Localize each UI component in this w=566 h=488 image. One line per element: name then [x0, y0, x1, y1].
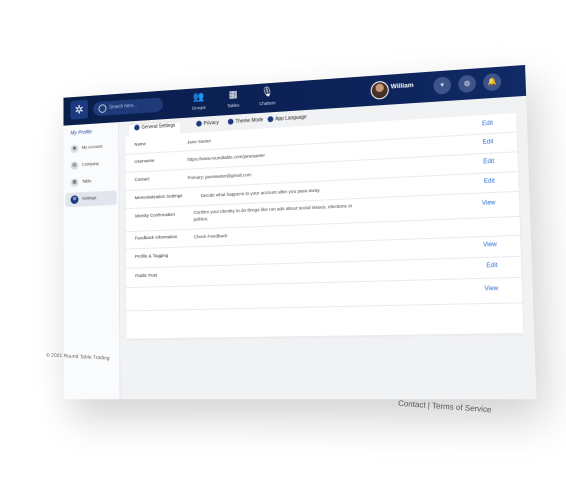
row-label: Identity Confirmation [134, 212, 175, 220]
search-input[interactable]: Search here... [93, 97, 164, 117]
privacy-icon [196, 120, 202, 127]
sidebar-item-label: Settings [82, 195, 97, 201]
row-label: Profile & Tagging [135, 253, 169, 260]
avatar [370, 80, 389, 100]
footer-separator: | [427, 400, 431, 410]
sidebar-item-table[interactable]: ▦ Table [65, 173, 116, 190]
app-logo-icon[interactable]: ✲ [70, 99, 88, 120]
row-label: Contact [134, 177, 150, 183]
sidebar-item-settings[interactable]: ⚙ Settings [65, 190, 117, 208]
sidebar-item-label: Company [81, 161, 99, 167]
company-icon: ▤ [70, 161, 79, 171]
tab-label: General Settings [141, 122, 176, 131]
row-value: Confirm your identity to do things like … [193, 204, 353, 223]
sidebar-item-company[interactable]: ▤ Company [65, 156, 116, 173]
nav-chatters[interactable]: 🎙 Chatters [254, 85, 281, 107]
nav-tables[interactable]: ▦ Tables [220, 88, 247, 110]
edit-memorialization-button[interactable]: Edit [484, 178, 495, 185]
edit-public-post-button[interactable]: Edit [486, 263, 497, 270]
table-icon: ▦ [70, 178, 79, 188]
edit-username-button[interactable]: Edit [483, 139, 494, 146]
view-identity-button[interactable]: View [482, 200, 496, 207]
contact-link[interactable]: Contact [398, 399, 426, 410]
app-window: ✲ Search here... 👥 Groups ▦ Tables 🎙 Cha… [63, 64, 537, 400]
row-label: Memorialization Settings [134, 194, 183, 202]
row-label: Username [134, 158, 155, 165]
bell-icon[interactable]: 🔔 [482, 72, 502, 92]
nav-groups-label: Groups [191, 104, 206, 111]
edit-contact-button[interactable]: Edit [483, 159, 494, 166]
account-icon: ◉ [70, 144, 79, 154]
row-label: Feedback Information [134, 235, 178, 242]
footer-links: Contact | Terms of Service [398, 399, 492, 415]
sidebar-item-label: My Account [81, 143, 103, 150]
tab-label: App Language [275, 114, 307, 123]
tab-label: Theme Mode [235, 117, 264, 125]
search-placeholder: Search here... [109, 102, 138, 111]
theme-mode-icon [227, 118, 234, 125]
sidebar-item-my-account[interactable]: ◉ My Account [65, 139, 116, 156]
search-icon [98, 104, 107, 114]
sidebar-item-label: Table [81, 178, 92, 184]
tab-label: Privacy [203, 119, 219, 127]
settings-icon: ⚙ [70, 195, 79, 205]
settings-panel: Name Jane Saeter Edit Username https://w… [125, 113, 524, 339]
general-settings-icon [134, 124, 140, 131]
edit-name-button[interactable]: Edit [482, 121, 493, 128]
user-name: William [390, 81, 414, 91]
app-language-icon [267, 116, 274, 123]
messages-icon[interactable]: ◍ [457, 74, 477, 94]
row-label: Name [134, 142, 146, 148]
chevron-down-icon[interactable]: ▾ [433, 76, 452, 95]
nav-chatters-label: Chatters [259, 100, 276, 107]
nav-tables-label: Tables [227, 102, 240, 109]
scene: ✲ Search here... 👥 Groups ▦ Tables 🎙 Cha… [0, 0, 566, 488]
view-profile-tagging-button[interactable]: View [483, 242, 497, 249]
nav-groups[interactable]: 👥 Groups [186, 90, 212, 112]
terms-of-service-link[interactable]: Terms of Service [432, 401, 492, 414]
view-extra-button[interactable]: View [484, 286, 498, 293]
sidebar-title: My Profile [70, 129, 92, 137]
row-label: Public Post [135, 273, 158, 280]
